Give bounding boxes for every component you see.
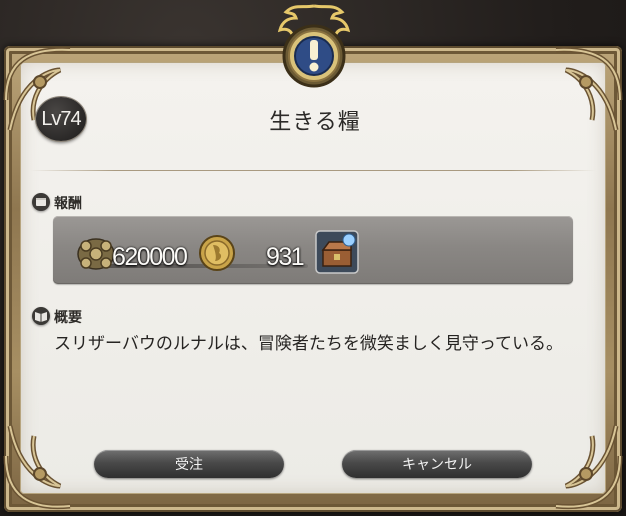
rewards-label: 報酬 [54, 196, 82, 212]
cancel-button[interactable]: キャンセル [342, 450, 532, 478]
exclamation-crest-icon [277, 4, 351, 88]
corner-ornament-top-right [555, 47, 623, 131]
summary-section-icon [32, 307, 50, 325]
summary-label: 概要 [54, 310, 82, 326]
reward-section-icon [32, 193, 50, 211]
quest-description: スリザーバウのルナルは、冒険者たちを微笑ましく見守っている。 [54, 334, 563, 354]
level-badge: Lv74 [36, 97, 86, 141]
quest-title: 生きる糧 [269, 110, 361, 135]
gil-amount: 620000 [112, 243, 188, 271]
corner-ornament-bottom-right [555, 425, 623, 510]
seal-coin-icon[interactable] [197, 233, 237, 273]
hq-treasure-box-icon[interactable] [315, 230, 359, 274]
accept-button[interactable]: 受注 [94, 450, 284, 478]
title-divider [30, 170, 596, 171]
seal-amount: 931 [266, 243, 305, 271]
